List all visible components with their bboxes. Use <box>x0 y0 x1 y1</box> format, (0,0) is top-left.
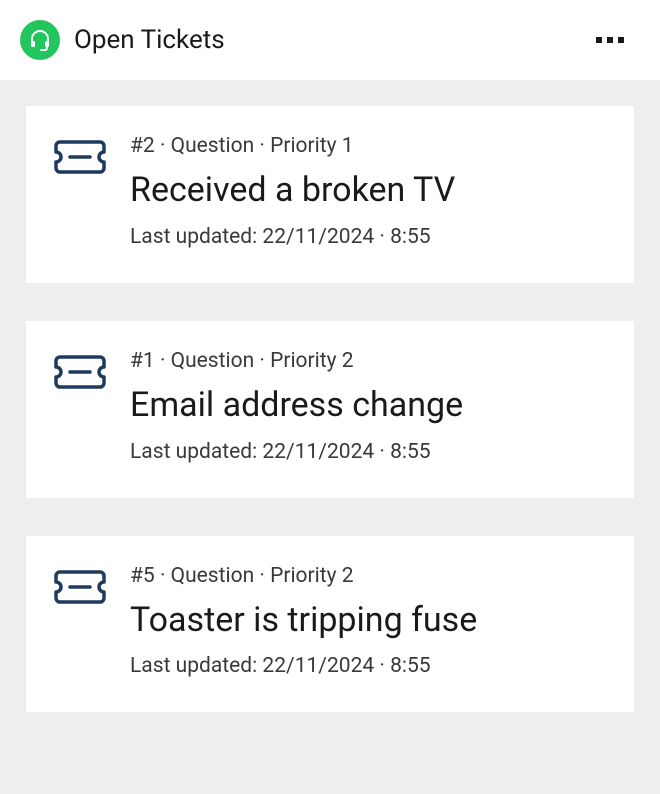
ticket-updated: Last updated: 22/11/2024 · 8:55 <box>130 225 606 249</box>
header: Open Tickets <box>0 0 660 80</box>
ticket-body: #2 · Question · Priority 1 Received a br… <box>130 134 606 249</box>
ticket-updated: Last updated: 22/11/2024 · 8:55 <box>130 654 606 678</box>
ticket-body: #5 · Question · Priority 2 Toaster is tr… <box>130 564 606 679</box>
ticket-card[interactable]: #5 · Question · Priority 2 Toaster is tr… <box>26 536 634 713</box>
ticket-meta: #1 · Question · Priority 2 <box>130 349 606 373</box>
ticket-icon <box>54 349 106 464</box>
ticket-title: Email address change <box>130 385 606 426</box>
ticket-meta: #5 · Question · Priority 2 <box>130 564 606 588</box>
ticket-list: #2 · Question · Priority 1 Received a br… <box>0 80 660 794</box>
ticket-icon <box>54 134 106 249</box>
header-left: Open Tickets <box>20 20 225 60</box>
page-title: Open Tickets <box>74 25 225 55</box>
ticket-card[interactable]: #2 · Question · Priority 1 Received a br… <box>26 106 634 283</box>
ticket-meta: #2 · Question · Priority 1 <box>130 134 606 158</box>
ticket-updated: Last updated: 22/11/2024 · 8:55 <box>130 440 606 464</box>
ticket-card[interactable]: #1 · Question · Priority 2 Email address… <box>26 321 634 498</box>
ticket-title: Toaster is tripping fuse <box>130 600 606 641</box>
ticket-icon <box>54 564 106 679</box>
ticket-body: #1 · Question · Priority 2 Email address… <box>130 349 606 464</box>
more-options-icon[interactable] <box>588 29 632 51</box>
app-headset-icon <box>20 20 60 60</box>
ticket-title: Received a broken TV <box>130 170 606 211</box>
